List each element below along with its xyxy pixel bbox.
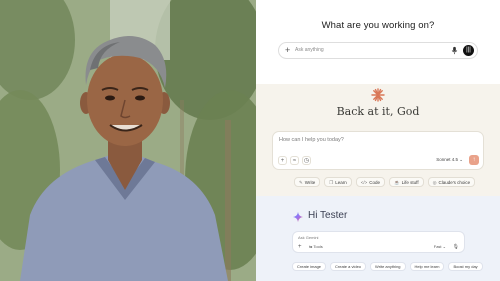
- claude-suggestion-chips: ✎ Write ❒ Learn </> Code ☕ Life stuff ◎ Claud…: [294, 177, 476, 187]
- chip-label: Life stuff: [401, 180, 419, 185]
- tools-button[interactable]: ⇆ Tools: [309, 244, 323, 249]
- chip-code[interactable]: </> Code: [355, 177, 386, 187]
- chip-create-image[interactable]: Create image: [292, 262, 327, 271]
- mode-label: Fast: [433, 244, 442, 249]
- gemini-input-placeholder[interactable]: Ask Gemini: [298, 235, 318, 240]
- chip-boost-my-day[interactable]: Boost my day: [448, 262, 483, 271]
- gemini-suggestion-chips: Create image Create a video Write anythi…: [292, 262, 483, 271]
- model-label: Sonnet 4.5: [436, 157, 458, 162]
- plus-icon[interactable]: +: [298, 244, 302, 250]
- code-icon: </>: [360, 180, 368, 185]
- claude-greeting: Back at it, God: [336, 105, 420, 118]
- lightbulb-icon: ◎: [432, 180, 437, 185]
- chip-write[interactable]: ✎ Write: [294, 177, 321, 187]
- mic-icon[interactable]: 🎙: [453, 244, 459, 250]
- portrait-illustration: [0, 0, 256, 281]
- gemini-panel: Hi Tester Ask Gemini + ⇆ Tools Fast ⌄ 🎙 …: [256, 196, 500, 281]
- chip-create-video[interactable]: Create a video: [330, 262, 367, 271]
- chip-claudes-choice[interactable]: ◎ Claude's choice: [427, 177, 476, 187]
- claude-input-placeholder[interactable]: How can I help you today?: [279, 137, 344, 143]
- gemini-sparkle-icon: [293, 212, 303, 222]
- book-icon: ❒: [329, 180, 334, 185]
- mode-selector[interactable]: Fast ⌄: [434, 244, 446, 249]
- chip-learn[interactable]: ❒ Learn: [324, 177, 352, 187]
- claude-input[interactable]: How can I help you today? + ≈ ◷ Sonnet 4…: [272, 131, 484, 170]
- chip-label: Learn: [335, 180, 347, 185]
- tools-label: Tools: [313, 244, 323, 249]
- gemini-input[interactable]: Ask Gemini + ⇆ Tools Fast ⌄ 🎙: [292, 231, 465, 253]
- chip-write-anything[interactable]: Write anything: [370, 262, 406, 271]
- plus-icon[interactable]: +: [278, 156, 287, 165]
- chatgpt-heading: What are you working on?: [321, 20, 435, 31]
- chatgpt-panel: What are you working on? + Ask anything …: [256, 0, 500, 84]
- coffee-icon: ☕: [394, 180, 400, 185]
- chatgpt-input-placeholder[interactable]: Ask anything: [295, 47, 324, 53]
- claude-panel: Back at it, God How can I help you today…: [256, 84, 500, 196]
- chip-life-stuff[interactable]: ☕ Life stuff: [389, 177, 424, 187]
- chip-help-me-learn[interactable]: Help me learn: [409, 262, 445, 271]
- chip-label: Code: [369, 180, 381, 185]
- chip-label: Claude's choice: [438, 180, 471, 185]
- gemini-greeting: Hi Tester: [308, 210, 348, 221]
- chip-label: Write: [304, 180, 316, 185]
- model-selector[interactable]: Sonnet 4.5 ⌄: [436, 157, 463, 163]
- mic-icon[interactable]: [450, 46, 459, 55]
- settings-sliders-icon[interactable]: ≈: [290, 156, 299, 165]
- send-arrow-icon[interactable]: ↑: [469, 155, 479, 165]
- portrait-photo: [0, 0, 256, 281]
- voice-wave-icon[interactable]: |||: [463, 45, 474, 56]
- chatgpt-input[interactable]: + Ask anything |||: [278, 42, 478, 59]
- clock-icon[interactable]: ◷: [302, 156, 311, 165]
- pencil-icon: ✎: [299, 180, 303, 185]
- plus-icon[interactable]: +: [285, 45, 290, 56]
- claude-sun-icon: [371, 88, 385, 102]
